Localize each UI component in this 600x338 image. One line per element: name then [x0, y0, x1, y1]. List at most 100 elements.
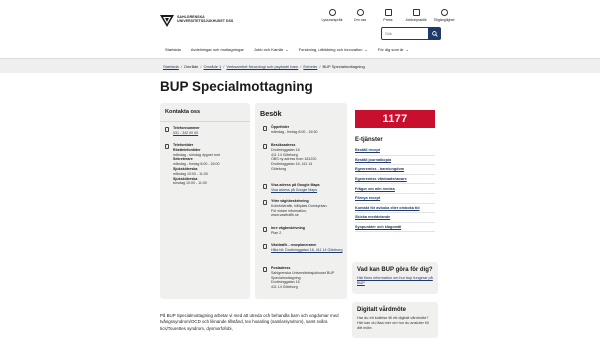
- visit-postal-address: Postadress Sahlgrenska Universitetssjukh…: [263, 266, 345, 290]
- clock-icon: [263, 126, 267, 131]
- digital-visit-title: Digitalt vårdmöte: [357, 307, 407, 313]
- breadcrumb-item[interactable]: Område: [184, 64, 198, 69]
- tool-label: Press: [383, 18, 393, 22]
- bus-icon: [263, 244, 267, 249]
- briefcase-icon: [412, 9, 420, 16]
- tool-press[interactable]: Press: [374, 9, 402, 29]
- breadcrumb-separator: /: [200, 64, 202, 69]
- main-nav: Startsida Avdelningar och mottagningar J…: [160, 44, 414, 54]
- postal-line: Specialmottagning: [271, 275, 301, 280]
- nurse-label-2: Sjuksköterska: [173, 176, 198, 181]
- postal-line: 411 14 Göteborg: [271, 285, 298, 290]
- breadcrumb-separator: /: [180, 64, 182, 69]
- site-header: SAHLGRENSKA UNIVERSITETSSJUKHUSET DSS Ly…: [0, 0, 600, 58]
- address-line: OBS ny adress from 181220: [271, 157, 317, 162]
- nav-label: Forskning, utbildning och innovation: [298, 46, 363, 52]
- maps-link[interactable]: Visa adress på Google Maps: [271, 188, 317, 192]
- nav-label: Startsida: [165, 46, 181, 52]
- search-button[interactable]: [429, 27, 441, 40]
- etjanster-title: E-tjänster: [355, 137, 383, 143]
- nav-item-departments[interactable]: Avdelningar och mottagningar: [186, 44, 249, 54]
- digital-visit-body: Har du ett kallelse till ett digitalt vå…: [357, 316, 429, 330]
- digital-visit-box: Digitalt vårdmöte Har du ett kallelse ti…: [352, 302, 438, 338]
- clock-icon: [165, 144, 169, 149]
- nurse-hours: måndag 10:00 - 11:00: [173, 171, 208, 176]
- etjanster-link[interactable]: Beställ journalkopia: [355, 156, 435, 166]
- mail-icon: [263, 267, 267, 272]
- tool-label: Om oss: [353, 18, 367, 22]
- etjanster-link[interactable]: Frågor om min remiss: [355, 184, 435, 194]
- etjanster-link[interactable]: Förnya recept: [355, 194, 435, 204]
- tool-about[interactable]: Om oss: [346, 9, 374, 29]
- phone-link[interactable]: 031 - 342 00 00: [173, 131, 198, 135]
- nurse-hours-2: torsdag 10:00 - 11:00: [173, 181, 207, 186]
- postal-line: Drottninggatan 16: [271, 280, 300, 285]
- visit-hours: Öppettider måndag - fredag 8:00 - 16:30: [263, 125, 345, 135]
- nav-item-for-you[interactable]: För dig som är ⌄: [373, 44, 414, 54]
- breadcrumb-band: Startsida / Område / Område 1 / Verksamh…: [0, 58, 600, 73]
- search-bar: [381, 27, 441, 40]
- bup-info-title: Vad kan BUP göra för dig?: [357, 267, 433, 273]
- logo-mark-icon: [160, 15, 174, 27]
- breadcrumb-separator: /: [223, 64, 225, 69]
- accessibility-icon: [440, 9, 448, 16]
- nav-item-start[interactable]: Startsida: [160, 44, 186, 54]
- etjanster-link[interactable]: Egenremiss vårdnadshavare: [355, 175, 435, 185]
- search-input[interactable]: [381, 27, 429, 40]
- visit-card: Besök Öppettider måndag - fredag 8:00 - …: [255, 103, 347, 299]
- contact-title: Kontakta oss: [165, 109, 201, 115]
- address-label: Besöksadress: [271, 143, 296, 147]
- open-hours: måndag - fredag 8:00 - 16:30: [271, 129, 318, 134]
- nav-item-jobs[interactable]: Jobb och Karriär ⌄: [249, 44, 294, 54]
- etjanster-list: Beställ recept Beställ journalkopia Egen…: [355, 146, 435, 233]
- visit-vasttrafik: Västtrafik - reseplaneraren Hitta hit: D…: [263, 243, 345, 253]
- visit-title: Besök: [260, 109, 282, 118]
- breadcrumb-item[interactable]: Verksamhet Neurologi och psykiatri barn: [226, 64, 298, 69]
- etjanster-link[interactable]: Beställ recept: [355, 146, 435, 156]
- postal-label: Postadress: [271, 266, 291, 270]
- 1177-banner[interactable]: 1177: [355, 110, 435, 128]
- contact-phone: Telefonnummer 031 - 342 00 00: [165, 126, 200, 136]
- etjanster-link[interactable]: Skicka meddelande: [355, 213, 435, 223]
- vasttrafik-link[interactable]: Hitta hit: Drottninggatan 16, 411 14 Göt…: [271, 248, 342, 252]
- bup-info-box: Vad kan BUP göra för dig? Här finns info…: [352, 262, 438, 294]
- phone-icon: [165, 127, 169, 132]
- tool-listen[interactable]: Lyssna/språk: [318, 9, 346, 29]
- search-icon: [432, 30, 438, 37]
- intro-paragraph: På BUP Specialmottagning arbetar vi med …: [160, 313, 339, 331]
- divider: [160, 121, 250, 122]
- breadcrumb: Startsida / Område / Område 1 / Verksamh…: [163, 64, 365, 69]
- address-line: 411 14 Göteborg: [271, 152, 298, 157]
- bup-info-link[interactable]: Här finns information om hur bup fungera…: [352, 273, 438, 286]
- hours-sub-label: Rösttelefontider: [173, 147, 201, 152]
- etjanster-link[interactable]: Egenremiss - barn/ungdom: [355, 165, 435, 175]
- header-tools: Lyssna/språk Om oss Press Jobba/praktik …: [318, 9, 458, 29]
- etjanster-link[interactable]: Synpunkter och klagomål: [355, 223, 435, 233]
- contact-hours: Telefontider Rösttelefontider måndag - s…: [165, 143, 220, 186]
- directions-icon: [263, 227, 267, 232]
- page-title: BUP Specialmottagning: [160, 79, 313, 94]
- press-icon: [384, 9, 392, 16]
- phone-label: Telefonnummer: [173, 126, 200, 130]
- visit-internal-directions: Inre vägbeskrivning Plan 2: [263, 226, 345, 236]
- breadcrumb-item[interactable]: Enheter: [303, 64, 317, 69]
- etjanster-link[interactable]: Kontakt för avboka eller omboka tid: [355, 204, 435, 214]
- breadcrumb-item[interactable]: Område 1: [204, 64, 222, 69]
- external-directions-label: Yttre väghbeskrivning: [271, 199, 309, 203]
- headphones-icon: [328, 9, 336, 16]
- location-pin-icon: [263, 144, 267, 149]
- site-logo[interactable]: SAHLGRENSKA UNIVERSITETSSJUKHUSET DSS: [160, 15, 237, 28]
- address-line: Drottninggatan 16: [271, 147, 300, 152]
- logo-text: SAHLGRENSKA UNIVERSITETSSJUKHUSET DSS: [177, 15, 234, 24]
- info-icon: [356, 9, 364, 16]
- tool-jobs[interactable]: Jobba/praktik: [402, 9, 430, 29]
- nurse-label: Sjuksköterska: [173, 166, 198, 171]
- nav-item-research[interactable]: Forskning, utbildning och innovation ⌄: [294, 44, 373, 54]
- postal-line: Sahlgrenska Universitetssjukhuset BUP: [271, 270, 335, 275]
- breadcrumb-current: BUP Specialmottagning: [322, 64, 365, 69]
- tool-accessibility[interactable]: Tillgänglighet: [430, 9, 458, 29]
- breadcrumb-item[interactable]: Startsida: [163, 64, 179, 69]
- open-label: Öppettider: [271, 125, 290, 129]
- tool-label: Jobba/praktik: [405, 18, 427, 22]
- banner-number: 1177: [382, 113, 408, 125]
